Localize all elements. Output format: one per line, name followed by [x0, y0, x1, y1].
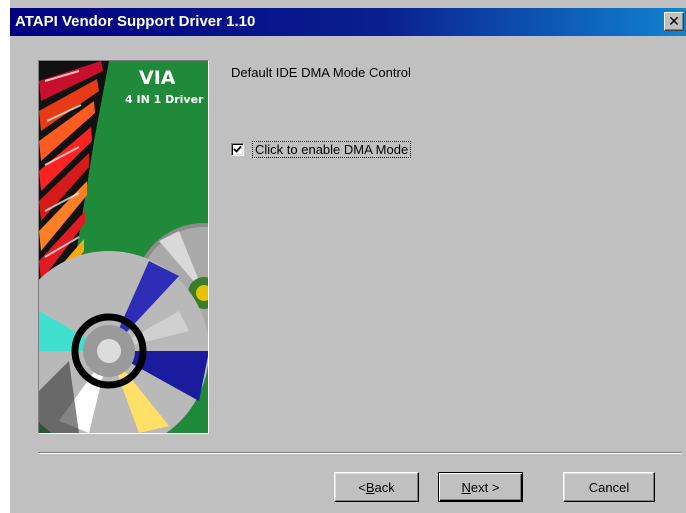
installer-dialog: ATAPI Vendor Support Driver 1.10 ✕ VIA 4…: [10, 0, 686, 513]
next-button[interactable]: Next >: [438, 472, 523, 502]
dma-mode-label[interactable]: Click to enable DMA Mode: [252, 140, 412, 158]
cancel-label: Cancel: [588, 479, 630, 495]
banner-image: VIA 4 IN 1 Driver: [38, 60, 209, 434]
cd-disc-artwork-icon: [39, 61, 208, 433]
back-mnemonic: B: [365, 479, 375, 495]
title-bar[interactable]: ATAPI Vendor Support Driver 1.10 ✕: [10, 8, 686, 36]
next-mnemonic: N: [461, 479, 471, 495]
dma-checkbox-row[interactable]: Click to enable DMA Mode: [231, 140, 412, 158]
next-rest: ext >: [470, 479, 500, 495]
dma-mode-checkbox[interactable]: [231, 142, 244, 156]
back-prefix: <: [358, 479, 366, 495]
back-button[interactable]: < Back: [334, 472, 419, 502]
button-separator: [38, 452, 682, 454]
page-heading: Default IDE DMA Mode Control: [231, 65, 411, 80]
window-title: ATAPI Vendor Support Driver 1.10: [15, 13, 256, 30]
checkmark-icon: [233, 145, 242, 153]
banner-subtitle: 4 IN 1 Driver: [125, 93, 204, 106]
close-icon: ✕: [668, 13, 680, 29]
cancel-button[interactable]: Cancel: [563, 472, 655, 502]
back-rest: ack: [374, 479, 395, 495]
close-button[interactable]: ✕: [664, 12, 684, 31]
banner-brand: VIA: [139, 67, 176, 89]
